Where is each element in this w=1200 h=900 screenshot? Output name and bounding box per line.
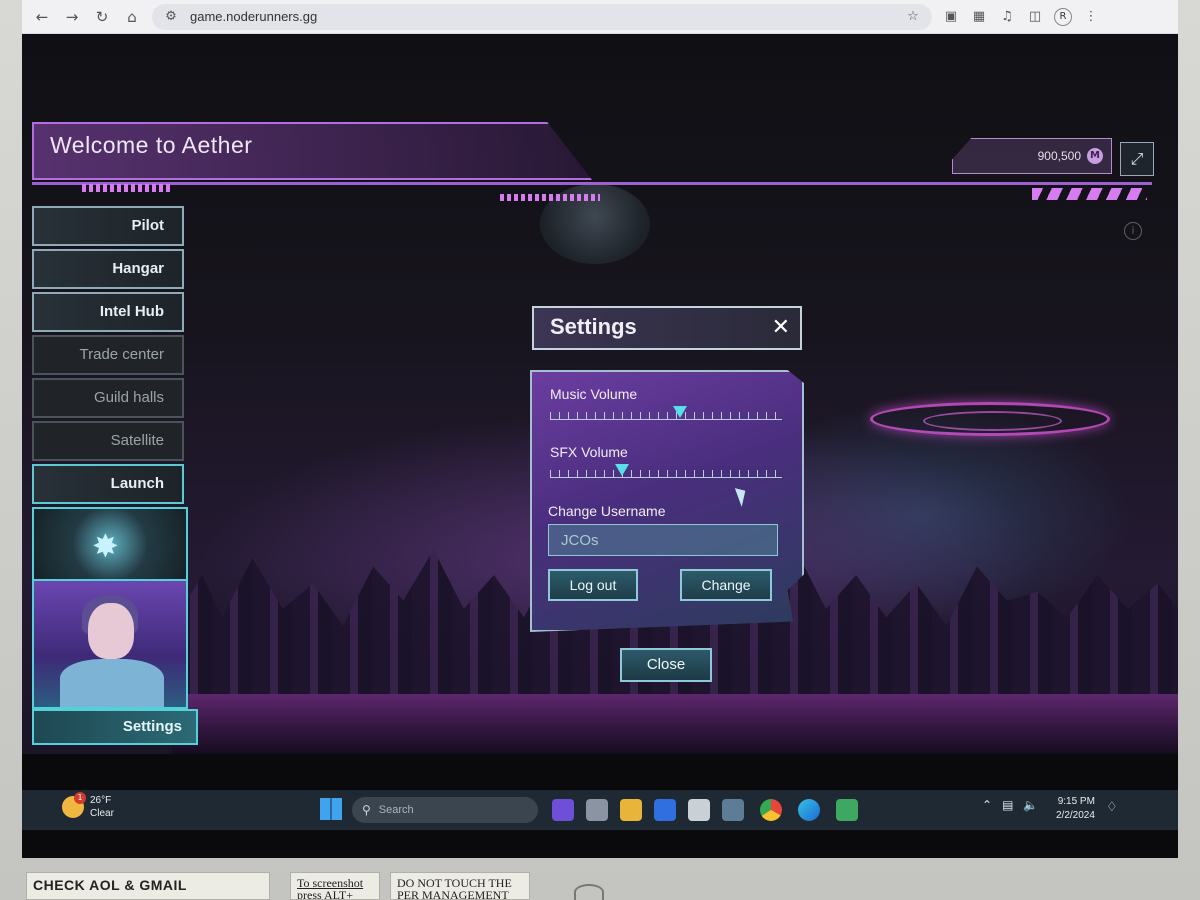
music-volume-thumb[interactable] xyxy=(672,406,687,418)
search-placeholder: Search xyxy=(378,804,414,816)
currency-display: 900,500 M xyxy=(952,138,1112,174)
game-viewport: Welcome to Aether 900,500 M ⤢ i Pilot Ha… xyxy=(22,34,1178,754)
header-decoration-center xyxy=(500,194,600,201)
settings-modal-header: Settings ✕ xyxy=(532,306,802,350)
currency-value: 900,500 xyxy=(1037,149,1081,163)
windows-start-icon[interactable] xyxy=(320,798,342,820)
pilot-portrait[interactable] xyxy=(32,581,188,709)
side-panel-icon[interactable]: ◫ xyxy=(1026,8,1044,26)
starburst-icon: ✸ xyxy=(92,527,119,565)
sticker-do-not-touch-line2: PER MANAGEMENT xyxy=(397,888,509,900)
sticker-check-email: CHECK AOL & GMAIL xyxy=(26,872,270,900)
snipping-tool-icon[interactable] xyxy=(688,799,710,821)
bookmark-star-icon[interactable]: ☆ xyxy=(904,8,922,26)
back-arrow-icon[interactable]: ← xyxy=(32,7,52,27)
sheets-app-icon[interactable] xyxy=(836,799,858,821)
notification-badge: 1 xyxy=(74,792,86,804)
weather-temperature: 26°F xyxy=(90,795,112,806)
sidebar-item-intel-hub[interactable]: Intel Hub xyxy=(32,292,184,332)
dropbox-icon[interactable] xyxy=(654,799,676,821)
extension-icon[interactable]: ▣ xyxy=(942,8,960,26)
menu-kebab-icon[interactable]: ⋮ xyxy=(1082,8,1100,26)
volume-icon[interactable]: 🔈 xyxy=(1023,798,1038,812)
browser-toolbar: ← → ↻ ⌂ ⚙ game.noderunners.gg ☆ ▣ ▦ ♫ ◫ … xyxy=(22,0,1178,34)
sticker-screenshot-line2: press ALT+ xyxy=(297,888,353,900)
forward-arrow-icon[interactable]: → xyxy=(62,7,82,27)
weather-sun-icon: 1 xyxy=(62,792,86,818)
close-icon[interactable]: ✕ xyxy=(772,314,790,342)
username-input[interactable] xyxy=(548,524,778,556)
address-bar[interactable]: ⚙ game.noderunners.gg ☆ xyxy=(152,3,932,30)
sidebar-item-pilot[interactable]: Pilot xyxy=(32,206,184,246)
page-title: Welcome to Aether xyxy=(50,132,253,158)
network-icon[interactable]: ▤ xyxy=(1002,798,1013,812)
ship-card[interactable]: ✸ xyxy=(32,507,188,581)
home-icon[interactable]: ⌂ xyxy=(122,7,142,27)
header-decoration-right xyxy=(1032,188,1147,200)
monitor-brand-logo xyxy=(574,884,604,900)
fullscreen-expand-icon[interactable]: ⤢ xyxy=(1120,142,1154,176)
site-info-icon[interactable]: ⚙ xyxy=(162,8,180,26)
settings-modal-title: Settings xyxy=(550,314,637,339)
ufo-ring-illustration xyxy=(870,402,1110,436)
url-text: game.noderunners.gg xyxy=(190,9,318,24)
windows-taskbar: 1 26°F Clear ⚲ Search ⌃ ▤ 🔈 9:15 PM 2/2/ xyxy=(22,790,1178,830)
clock-date: 2/2/2024 xyxy=(1056,810,1095,821)
monitor-screen: ← → ↻ ⌂ ⚙ game.noderunners.gg ☆ ▣ ▦ ♫ ◫ … xyxy=(22,0,1178,858)
change-username-label: Change Username xyxy=(548,503,666,519)
portrait-body xyxy=(60,659,164,707)
puzzle-icon[interactable]: ▦ xyxy=(970,8,988,26)
edge-icon[interactable] xyxy=(798,799,820,821)
task-view-icon[interactable] xyxy=(586,799,608,821)
taskbar-search[interactable]: ⚲ Search xyxy=(352,797,538,823)
change-username-button[interactable]: Change xyxy=(680,569,772,601)
sidebar: Pilot Hangar Intel Hub Trade center Guil… xyxy=(32,206,198,745)
notification-bell-icon[interactable]: ♢ xyxy=(1106,800,1118,815)
logout-button[interactable]: Log out xyxy=(548,569,638,601)
weather-widget[interactable]: 1 26°F Clear xyxy=(62,792,114,820)
file-explorer-icon[interactable] xyxy=(620,799,642,821)
music-volume-label: Music Volume xyxy=(550,386,638,402)
music-volume-slider[interactable] xyxy=(550,406,782,420)
calculator-icon[interactable] xyxy=(722,799,744,821)
info-icon[interactable]: i xyxy=(1124,222,1142,240)
copilot-app-icon[interactable] xyxy=(552,799,574,821)
sidebar-item-launch[interactable]: Launch xyxy=(32,464,184,504)
reload-icon[interactable]: ↻ xyxy=(92,7,112,27)
sidebar-item-trade-center[interactable]: Trade center xyxy=(32,335,184,375)
sfx-volume-slider[interactable] xyxy=(550,464,782,478)
system-tray: ⌃ ▤ 🔈 xyxy=(982,798,1038,812)
header-divider xyxy=(32,182,1152,185)
portrait-face xyxy=(88,603,134,659)
weather-description: Clear xyxy=(90,808,114,819)
sidebar-item-hangar[interactable]: Hangar xyxy=(32,249,184,289)
clock-time: 9:15 PM xyxy=(1057,796,1095,807)
header-decoration-left xyxy=(82,184,172,192)
sfx-volume-thumb[interactable] xyxy=(614,464,629,476)
coin-icon: M xyxy=(1087,148,1103,164)
chevron-up-icon[interactable]: ⌃ xyxy=(982,798,992,812)
search-icon: ⚲ xyxy=(362,803,371,817)
city-reflection-illustration xyxy=(172,694,1178,754)
media-icon[interactable]: ♫ xyxy=(998,8,1016,26)
profile-avatar[interactable]: R xyxy=(1054,7,1072,26)
clock[interactable]: 9:15 PM 2/2/2024 xyxy=(1056,795,1095,823)
sticker-screenshot: To screenshot press ALT+ xyxy=(290,872,380,900)
sidebar-item-guild-halls[interactable]: Guild halls xyxy=(32,378,184,418)
sfx-volume-label: SFX Volume xyxy=(550,444,628,460)
chrome-icon[interactable] xyxy=(760,799,782,821)
sidebar-settings-button[interactable]: Settings xyxy=(32,709,198,745)
sidebar-item-satellite[interactable]: Satellite xyxy=(32,421,184,461)
close-button[interactable]: Close xyxy=(620,648,712,682)
sticker-do-not-touch: DO NOT TOUCH THE PER MANAGEMENT xyxy=(390,872,530,900)
